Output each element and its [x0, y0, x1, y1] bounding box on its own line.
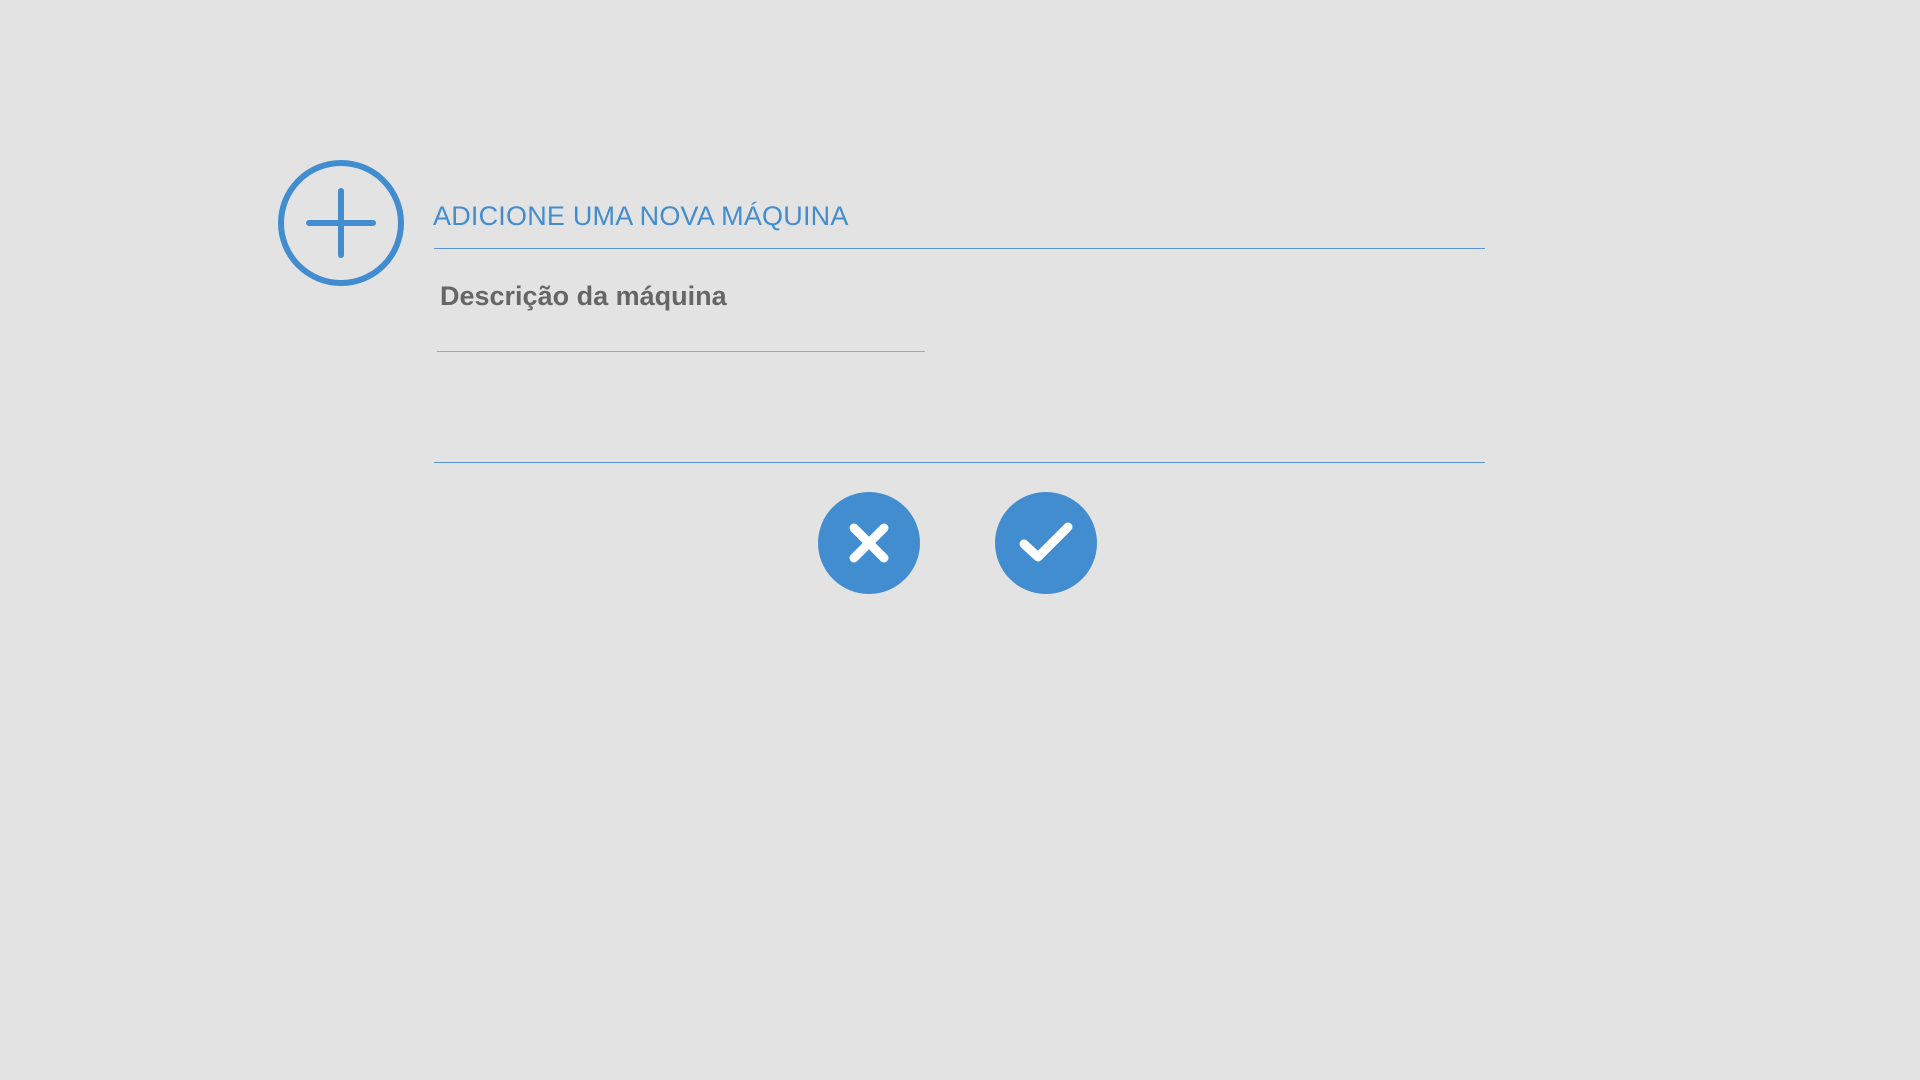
close-icon — [845, 519, 893, 567]
machine-description-input[interactable] — [437, 280, 925, 352]
title-divider — [434, 248, 1485, 249]
form-bottom-divider — [434, 462, 1485, 463]
description-field — [437, 280, 925, 354]
cancel-button[interactable] — [818, 492, 920, 594]
dialog-title: ADICIONE UMA NOVA MÁQUINA — [433, 201, 849, 231]
add-circle-icon — [277, 159, 405, 287]
check-icon — [1016, 519, 1076, 567]
add-machine-dialog: ADICIONE UMA NOVA MÁQUINA — [0, 0, 1920, 1080]
confirm-button[interactable] — [995, 492, 1097, 594]
